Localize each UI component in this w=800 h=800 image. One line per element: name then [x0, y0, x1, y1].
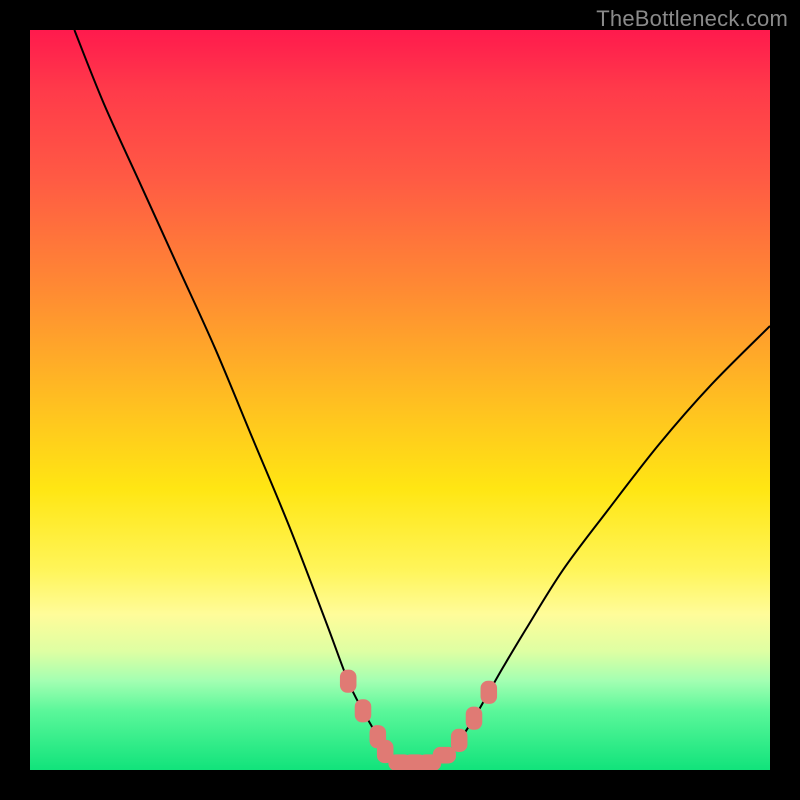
curve-marker [355, 700, 371, 722]
marker-group [340, 670, 496, 770]
curve-marker [340, 670, 356, 692]
watermark-text: TheBottleneck.com [596, 6, 788, 32]
curve-marker [433, 747, 455, 763]
chart-frame: TheBottleneck.com [0, 0, 800, 800]
curve-marker [451, 729, 467, 751]
curve-marker [466, 707, 482, 729]
bottleneck-curve [74, 30, 770, 763]
plot-area [30, 30, 770, 770]
curve-marker [481, 681, 497, 703]
curve-svg [30, 30, 770, 770]
